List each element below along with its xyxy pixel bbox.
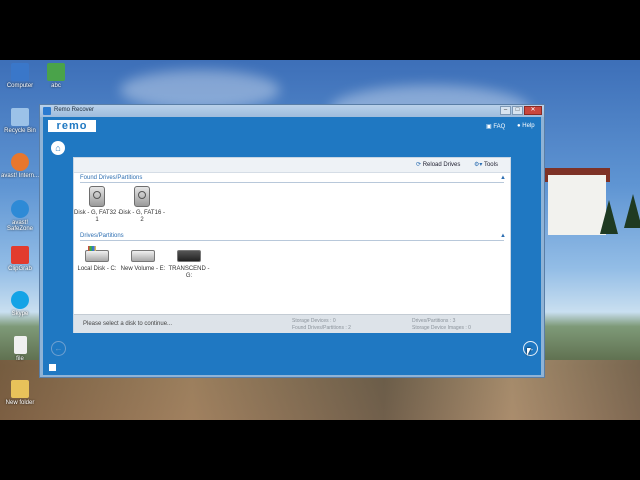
house [548, 175, 606, 235]
maximize-button[interactable]: □ [512, 106, 523, 115]
disk-icon [89, 186, 105, 207]
collapse-found-icon[interactable]: ▲ [500, 175, 506, 181]
found-partition-label: Disk - G, FAT32 - 1 [74, 210, 120, 223]
desktop-icon-label: file [16, 356, 24, 362]
desktop-icon-avast[interactable]: avast! Intern... [0, 153, 40, 179]
desktop-icon-file[interactable]: file [0, 336, 40, 362]
tools-label: Tools [483, 162, 498, 168]
desktop-icon-label: Skype [11, 311, 29, 317]
document-icon [47, 63, 65, 81]
safezone-icon [11, 200, 29, 218]
storage-images-count: Storage Device Images : 0 [412, 325, 471, 331]
recycle-bin-icon [11, 108, 29, 126]
panel-toolbar: ⟳ Reload Drives ⚙▾ Tools [74, 158, 510, 173]
letterbox-top [0, 0, 640, 60]
desktop-icon-label: Computer [6, 83, 34, 89]
drives-partitions-count: Drives/Partitions : 3 [412, 318, 456, 324]
folder-icon [11, 380, 29, 398]
drive-selection-panel: ⟳ Reload Drives ⚙▾ Tools Found Drives/Pa… [73, 157, 511, 333]
mouse-cursor [527, 348, 531, 356]
home-button[interactable]: ⌂ [51, 141, 65, 155]
faq-label: FAQ [493, 124, 506, 130]
disk-icon [134, 186, 150, 207]
remo-recover-window: Remo Recover – □ ✕ remo ▣ FAQ ● Help ⌂ ⟳… [39, 104, 545, 378]
desktop-icon-label: ClipGrab [8, 266, 32, 272]
file-icon [13, 336, 27, 354]
desktop-icon-label: abc [51, 83, 61, 89]
drive-item[interactable]: TRANSCEND - G: [166, 246, 212, 280]
found-drives-heading: Found Drives/Partitions [80, 175, 143, 181]
gear-icon: ⚙▾ [474, 162, 484, 168]
help-label: Help [522, 123, 535, 129]
minimize-button[interactable]: – [500, 106, 511, 115]
section-divider [80, 240, 504, 241]
hard-drive-icon [131, 250, 155, 262]
skype-icon [11, 291, 29, 309]
window-title: Remo Recover [54, 107, 95, 113]
drive-label: TRANSCEND - G: [168, 266, 210, 279]
faq-link[interactable]: ▣ FAQ [486, 123, 505, 130]
drive-item[interactable]: New Volume - E: [120, 246, 166, 273]
reload-drives-button[interactable]: ⟳ Reload Drives [416, 161, 460, 168]
back-button[interactable]: ← [51, 341, 66, 356]
status-bar: Please select a disk to continue... Stor… [74, 314, 510, 333]
desktop-icon-new-folder[interactable]: New folder [0, 380, 40, 406]
app-body: remo ▣ FAQ ● Help ⌂ ⟳ Reload Drives ⚙▾ T… [43, 117, 541, 375]
info-icon[interactable] [49, 364, 56, 371]
computer-icon [11, 63, 29, 81]
desktop-icon-skype[interactable]: Skype [0, 291, 40, 317]
desktop-icon-clipgrab[interactable]: ClipGrab [0, 246, 40, 272]
usb-drive-icon [177, 250, 201, 262]
desktop-icon-computer[interactable]: Computer [0, 63, 40, 89]
section-divider [80, 182, 504, 183]
desktop-icon-label: avast! Intern... [0, 173, 40, 179]
desktop-icon-abc[interactable]: abc [36, 63, 76, 89]
status-message: Please select a disk to continue... [83, 321, 173, 327]
app-icon [43, 107, 51, 115]
drives-partitions-heading: Drives/Partitions [80, 233, 124, 239]
tree [624, 194, 640, 228]
drive-label: New Volume - E: [120, 266, 166, 272]
window-controls: – □ ✕ [500, 106, 542, 116]
reload-label: Reload Drives [422, 162, 461, 168]
local-disk-icon [85, 246, 109, 262]
found-partition-label: Disk - G, FAT16 - 2 [119, 210, 165, 223]
window-titlebar[interactable]: Remo Recover – □ ✕ [40, 105, 544, 117]
found-partition-item[interactable]: Disk - G, FAT32 - 1 [74, 186, 120, 224]
avast-icon [11, 153, 29, 171]
tree [600, 200, 618, 234]
drive-item[interactable]: Local Disk - C: [74, 246, 120, 273]
desktop-icon-safezone[interactable]: avast! SafeZone [0, 200, 40, 232]
desktop-icon-label: New folder [5, 400, 35, 406]
desktop-icon-label: avast! SafeZone [6, 220, 34, 232]
found-partitions-count: Found Drives/Partitions : 2 [292, 325, 351, 331]
reload-icon: ⟳ [416, 162, 423, 168]
close-button[interactable]: ✕ [524, 106, 542, 115]
remo-logo: remo [48, 120, 96, 132]
tools-button[interactable]: ⚙▾ Tools [474, 161, 498, 168]
drive-label: Local Disk - C: [77, 266, 117, 272]
help-link[interactable]: ● Help [517, 123, 535, 129]
clipgrab-icon [11, 246, 29, 264]
found-partition-item[interactable]: Disk - G, FAT16 - 2 [119, 186, 165, 224]
desktop-icon-label: Recycle Bin [4, 128, 36, 134]
letterbox-bottom [0, 420, 640, 480]
desktop-icon-recycle-bin[interactable]: Recycle Bin [0, 108, 40, 134]
storage-devices-count: Storage Devices : 0 [292, 318, 336, 324]
collapse-drives-icon[interactable]: ▲ [500, 233, 506, 239]
